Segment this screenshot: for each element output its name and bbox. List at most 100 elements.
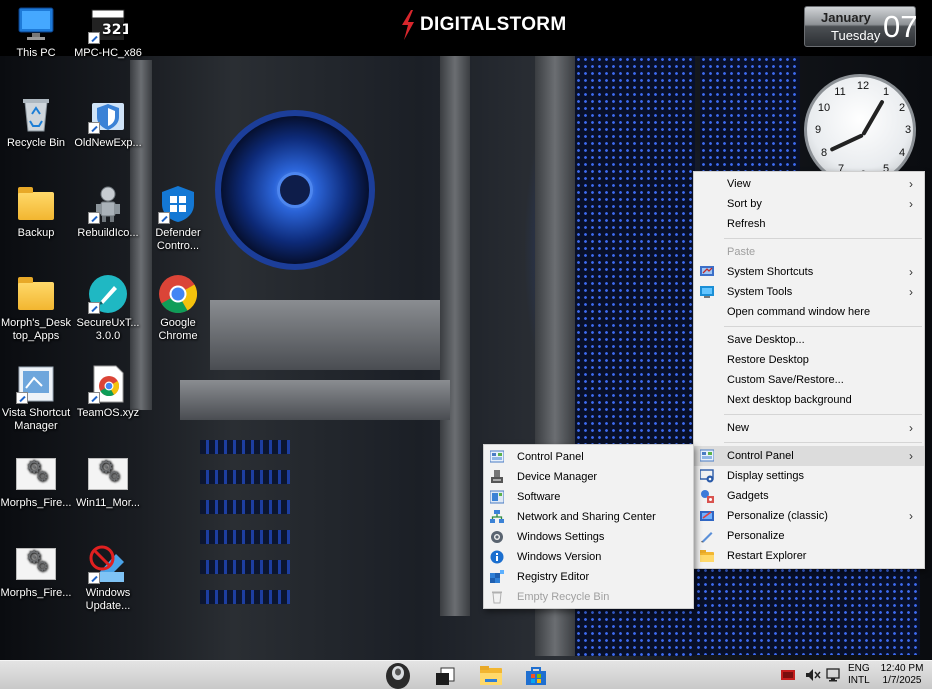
info-icon [490,550,504,564]
clock-area[interactable]: 12:40 PM 1/7/2025 [879,663,925,687]
desktop-icon-label: Google Chrome [158,317,198,342]
menu-item-personalize[interactable]: Personalize [694,526,924,546]
menu-item-label: Device Manager [517,471,598,483]
menu-separator [724,442,922,443]
digitalstorm-bolt-icon [402,10,414,40]
folder-icon [16,184,56,224]
menu-item-label: Windows Settings [517,531,605,543]
clock-number: 1 [882,86,890,98]
desktop-icon-oldnewexp[interactable]: OldNewExp... [72,94,144,150]
menu-item-label: Refresh [727,218,766,230]
desktop-icon-teamos[interactable]: TeamOS.xyz [72,364,144,420]
pen-icon [701,532,713,543]
file-explorer-icon[interactable] [479,664,503,688]
menu-item-save-desktop[interactable]: Save Desktop... [694,330,924,350]
registry-icon [490,570,504,583]
menu-item-custom-save-restore[interactable]: Custom Save/Restore... [694,370,924,390]
menu-item-system-shortcuts[interactable]: System Shortcuts › [694,262,924,282]
desktop-icon-vista-shortcut-manager[interactable]: Vista Shortcut Manager [0,364,72,433]
desktop-icon-label: Recycle Bin [6,137,66,149]
menu-item-personalize-classic[interactable]: Personalize (classic) › [694,506,924,526]
chevron-right-icon: › [909,449,913,463]
menu-item-sort-by[interactable]: Sort by › [694,194,924,214]
menu-item-label: Control Panel [517,451,584,463]
task-view-icon[interactable] [433,664,457,688]
gear-icon: ⚙ ⚙ [16,454,56,494]
submenu-item-windows-version[interactable]: Windows Version [484,547,693,567]
submenu-item-registry-editor[interactable]: Registry Editor [484,567,693,587]
cpu-fan [215,110,375,270]
gpu-bracket [180,380,450,420]
submenu-item-control-panel[interactable]: Control Panel [484,447,693,467]
clock-number: 4 [898,147,906,159]
folder-icon [16,274,56,314]
chevron-right-icon: › [909,265,913,279]
start-orb-icon[interactable] [385,661,411,689]
control-panel-icon [700,449,714,462]
menu-item-label: Save Desktop... [727,334,805,346]
menu-item-refresh[interactable]: Refresh [694,214,924,234]
brush-icon [88,274,128,314]
network-status-icon[interactable] [825,667,841,683]
desktop-icon-morphs-firefox-2[interactable]: ⚙ ⚙ Morphs_Fire... [0,544,72,600]
menu-item-restart-explorer[interactable]: Restart Explorer [694,546,924,566]
desktop-icon-rebuildicon[interactable]: RebuildIco... [72,184,144,240]
menu-item-label: System Shortcuts [727,266,814,278]
clock-hour-hand [829,133,864,153]
store-icon[interactable] [524,664,548,688]
digitalstorm-logo: DIGITALSTORM [400,9,566,41]
menu-item-label: Empty Recycle Bin [517,591,610,603]
shortcut-arrow-icon [88,302,100,314]
folder-icon [700,550,714,562]
desktop-icon-recycle-bin[interactable]: Recycle Bin [0,94,72,150]
menu-item-open-command-window[interactable]: Open command window here [694,302,924,322]
volume-muted-icon[interactable] [805,668,821,682]
expansion-slot [200,560,290,574]
clock-gadget[interactable]: 12 1 2 3 4 5 6 7 8 9 10 11 [804,74,916,186]
desktop-icon-mpc-hc[interactable]: 321 MPC-HC_x86 [72,4,144,60]
submenu-item-software[interactable]: Software [484,487,693,507]
desktop-icon-backup[interactable]: Backup [0,184,72,240]
expansion-slot [200,470,290,484]
menu-item-label: New [727,422,750,434]
shortcut-manager-icon [16,364,56,404]
desktop-icon-google-chrome[interactable]: Google Chrome [142,274,214,343]
submenu-item-windows-settings[interactable]: Windows Settings [484,527,693,547]
recycle-bin-icon [492,591,502,604]
menu-item-view[interactable]: View › [694,174,924,194]
menu-item-restore-desktop[interactable]: Restore Desktop [694,350,924,370]
desktop-icon-label: Windows Update... [85,587,131,612]
menu-item-next-desktop-background[interactable]: Next desktop background [694,390,924,410]
desktop-icon-secureuxtheme[interactable]: SecureUxT... 3.0.0 [72,274,144,343]
expansion-slot [200,590,290,604]
clock-number: 9 [814,124,822,136]
svg-text:321: 321 [102,22,128,38]
submenu-item-device-manager[interactable]: Device Manager [484,467,693,487]
desktop-icon-win11-morphs[interactable]: ⚙ ⚙ Win11_Mor... [72,454,144,510]
menu-item-label: Gadgets [727,490,769,502]
desktop-icon-morphs-firefox-1[interactable]: ⚙ ⚙ Morphs_Fire... [0,454,72,510]
menu-item-new[interactable]: New › [694,418,924,438]
menu-item-control-panel[interactable]: Control Panel › [694,446,924,466]
menu-item-display-settings[interactable]: Display settings [694,466,924,486]
taskbar: ENG INTL 12:40 PM 1/7/2025 [0,660,932,689]
language-indicator[interactable]: ENG INTL [848,663,870,687]
case-mesh-panel [700,56,800,174]
shortcut-arrow-icon [88,572,100,584]
shortcut-arrow-icon [88,392,100,404]
menu-item-system-tools[interactable]: System Tools › [694,282,924,302]
desktop-context-menu: View › Sort by › Refresh Paste System Shor… [693,171,925,569]
menu-item-gadgets[interactable]: Gadgets [694,486,924,506]
calendar-gadget[interactable]: January Tuesday 07 [804,6,917,47]
tray-app-icon[interactable] [781,668,795,682]
desktop-icon-morphs-desktop-apps[interactable]: Morph's_Desktop_Apps [0,274,72,343]
monitor-icon [16,4,56,44]
case-pillar [440,56,470,616]
clock-number: 10 [817,102,831,114]
menu-item-label: Paste [727,246,756,258]
submenu-item-network-sharing[interactable]: Network and Sharing Center [484,507,693,527]
desktop-icon-this-pc[interactable]: This PC [0,4,72,60]
desktop-icon-defender-control[interactable]: Defender Contro... [142,184,214,253]
desktop-icon-windows-update[interactable]: Windows Update... [72,544,144,613]
menu-item-paste: Paste [694,242,924,262]
